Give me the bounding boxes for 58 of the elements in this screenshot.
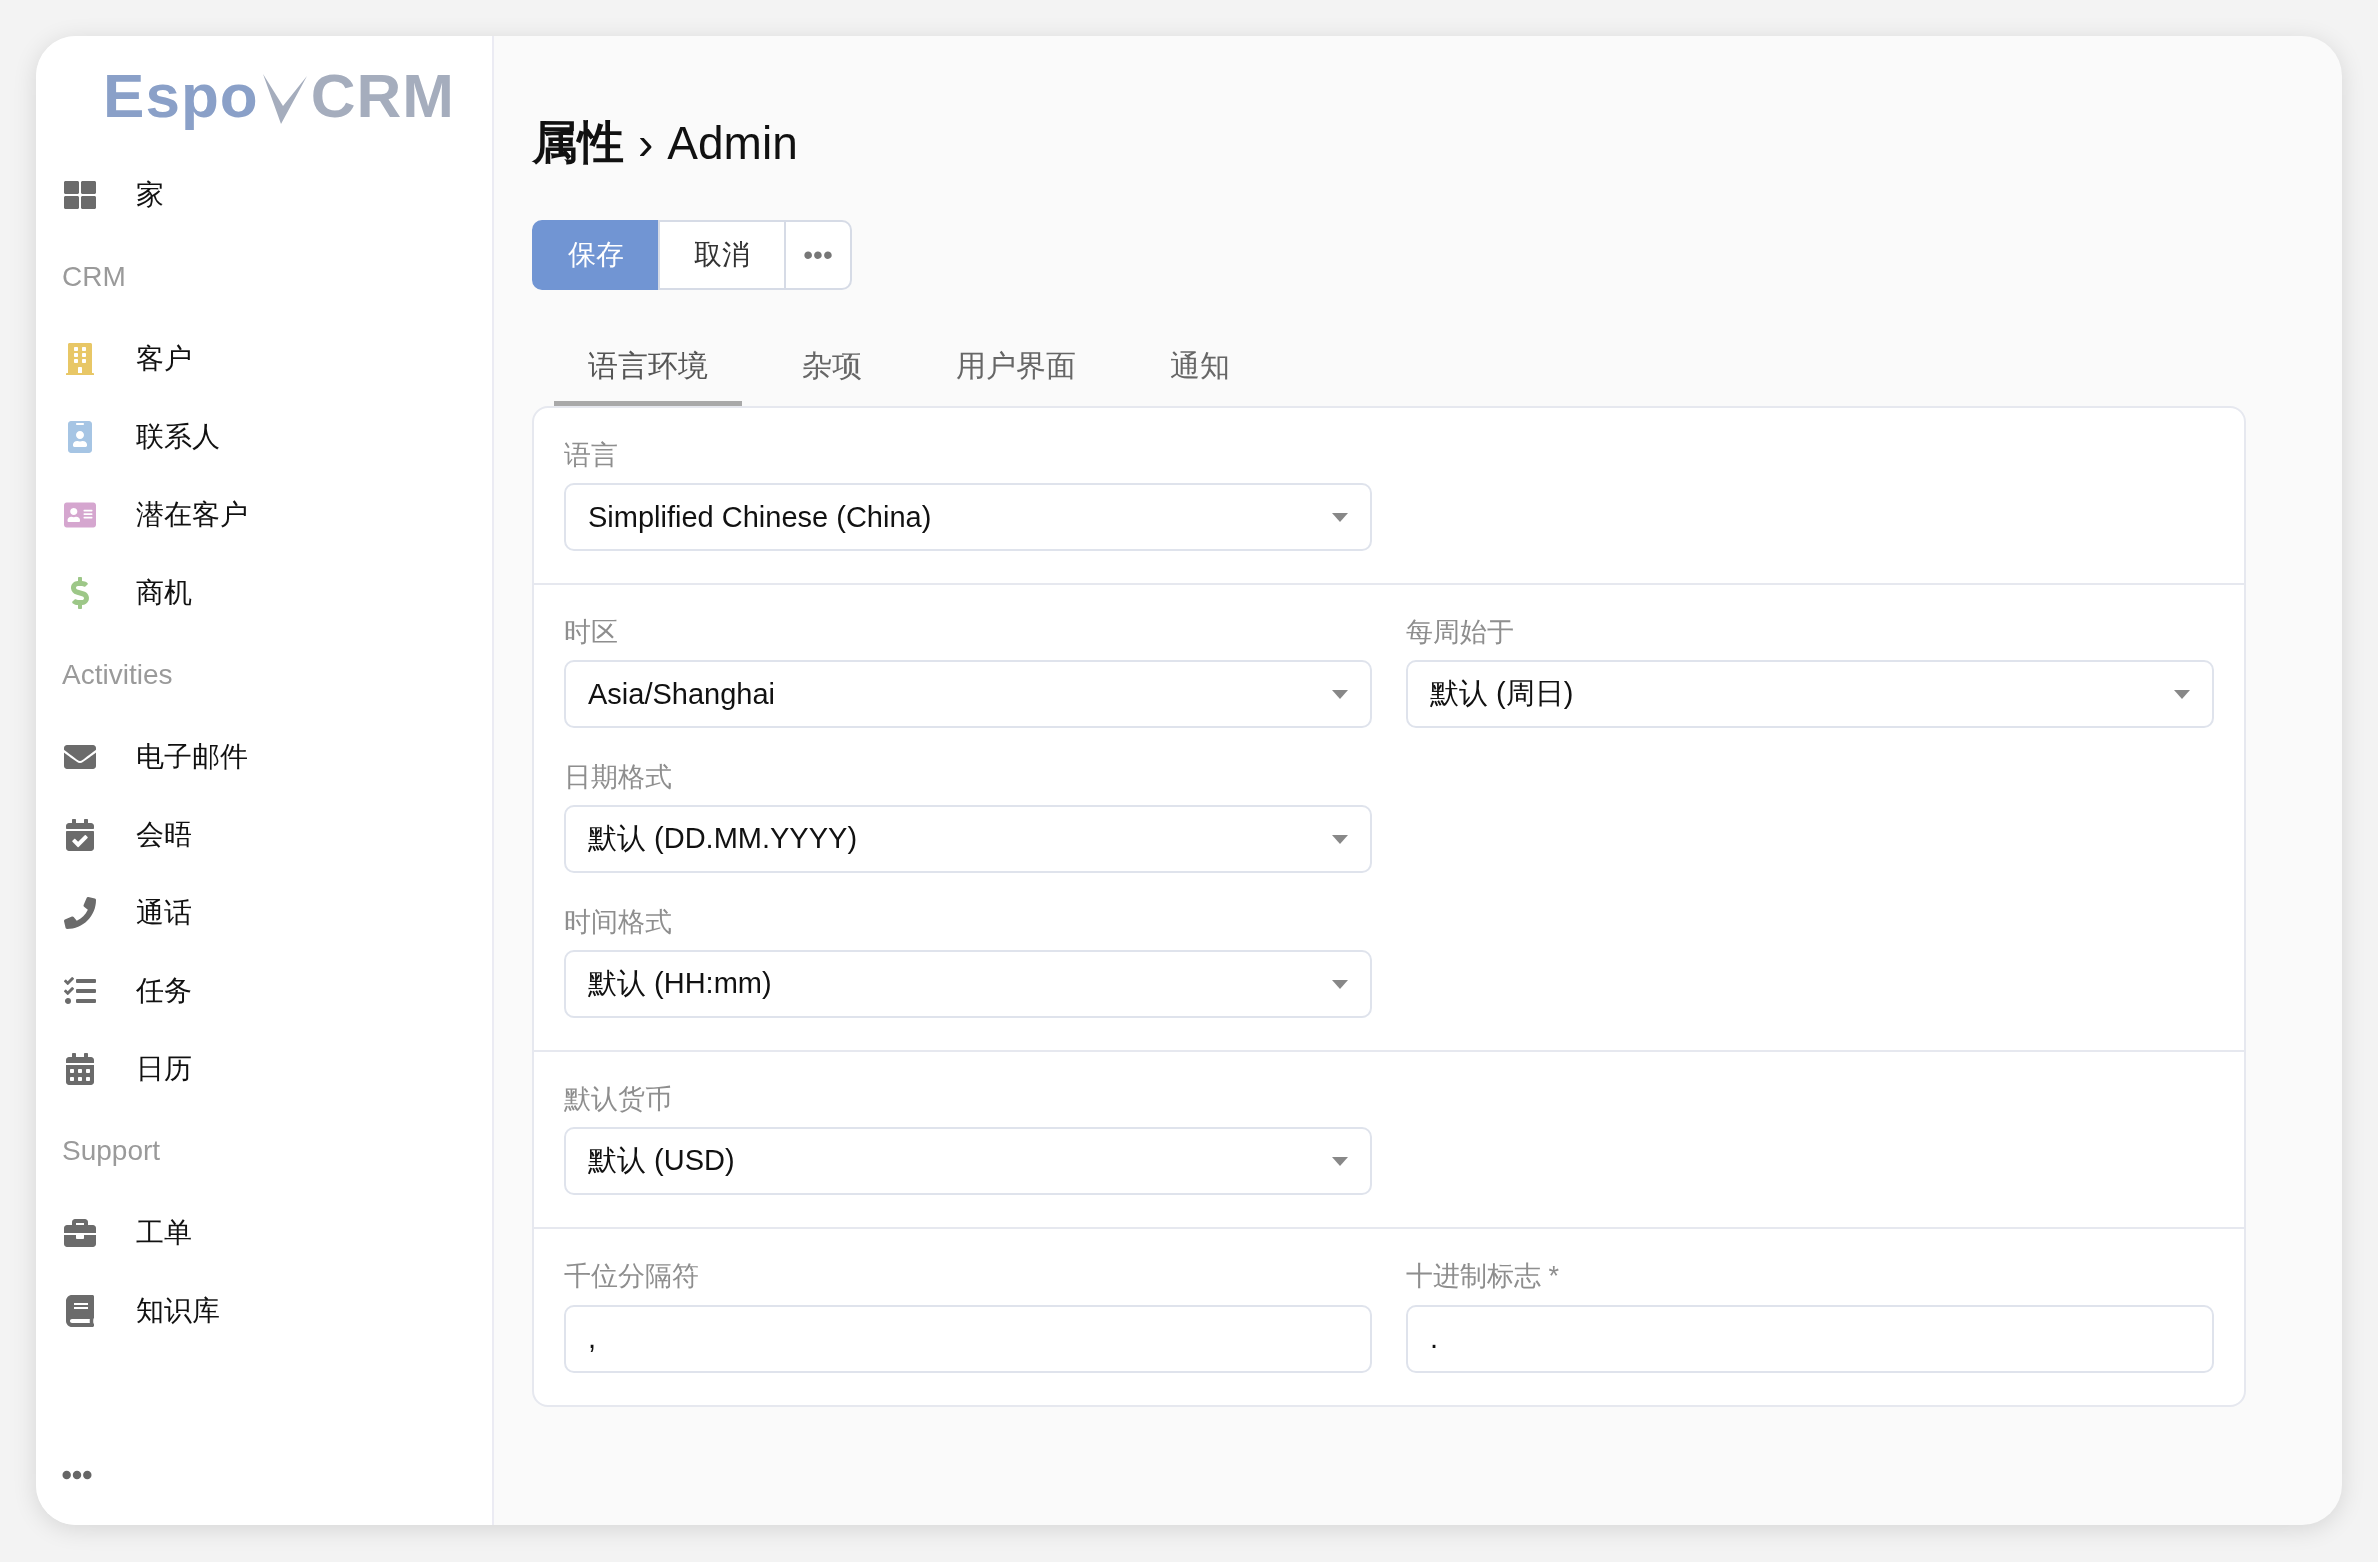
caret-icon [1332,979,1348,989]
field-label: 日期格式 [564,761,673,795]
tab[interactable]: 用户界面 [922,330,1110,406]
tab[interactable]: 通知 [1136,330,1264,406]
logo: Espo CRM [102,60,456,132]
caret-icon [2174,689,2190,699]
page-subtitle: Admin [667,116,798,170]
select-field[interactable]: 默认 (HH:mm) [564,950,1372,1019]
select-field[interactable]: Asia/Shanghai [564,660,1372,729]
nav-item-label: 通话 [136,896,192,930]
caret-icon [1332,689,1348,699]
nav-item-label: 任务 [136,974,192,1008]
nav-item[interactable]: 商机 [62,554,466,632]
breadcrumb-separator: › [638,116,654,170]
field-label: 每周始于 [1406,616,1515,650]
nav-group-label: Support [62,1134,162,1168]
nav-item-label: 日历 [136,1052,192,1086]
nav-group-label: CRM [62,260,127,294]
field-label: 十进制标志 * [1406,1260,1560,1294]
nav-item[interactable]: 潜在客户 [62,476,466,554]
field-label: 时间格式 [564,906,673,940]
input-field[interactable]: . [1406,1304,2214,1373]
caret-icon [1332,512,1348,522]
nav-item-label: 商机 [136,576,192,610]
field-label: 千位分隔符 [564,1260,700,1294]
nav-item[interactable]: 电子邮件 [62,718,466,796]
more-button[interactable]: ••• [784,220,852,290]
nav-item-label: 知识库 [136,1294,220,1328]
nav-item[interactable]: 知识库 [62,1272,466,1350]
nav-item[interactable]: 家 [62,156,466,234]
select-field[interactable]: 默认 (DD.MM.YYYY) [564,805,1372,874]
caret-icon [1332,834,1348,844]
nav-item-label: 家 [136,178,164,212]
nav-item[interactable]: 通话 [62,874,466,952]
nav-item-label: 电子邮件 [136,740,248,774]
nav-item[interactable]: 日历 [62,1030,466,1108]
nav-item[interactable]: 工单 [62,1194,466,1272]
nav-item-label: 潜在客户 [136,498,248,532]
caret-icon [1332,1156,1348,1166]
nav-item[interactable]: 联系人 [62,398,466,476]
nav-group-label: Activities [62,658,174,692]
input-field[interactable]: , [564,1304,1372,1373]
select-field[interactable]: 默认 (周日) [1406,660,2214,729]
page-title: 属性 [532,115,624,170]
nav-item-label: 工单 [136,1216,192,1250]
nav-item-label: 会晤 [136,818,192,852]
nav-item[interactable]: 会晤 [62,796,466,874]
field-label: 默认货币 [564,1083,673,1117]
field-label: 语言 [564,439,619,472]
select-field[interactable]: 默认 (USD) [564,1127,1372,1196]
select-field[interactable]: Simplified Chinese (China) [564,483,1372,552]
nav-item-label: 客户 [136,342,192,376]
tab[interactable]: 杂项 [768,330,896,406]
nav-item[interactable]: 客户 [62,320,466,398]
field-label: 时区 [564,616,619,650]
cancel-button[interactable]: 取消 [658,220,786,290]
nav-item-label: 联系人 [136,420,220,454]
nav-item[interactable]: 任务 [62,952,466,1030]
